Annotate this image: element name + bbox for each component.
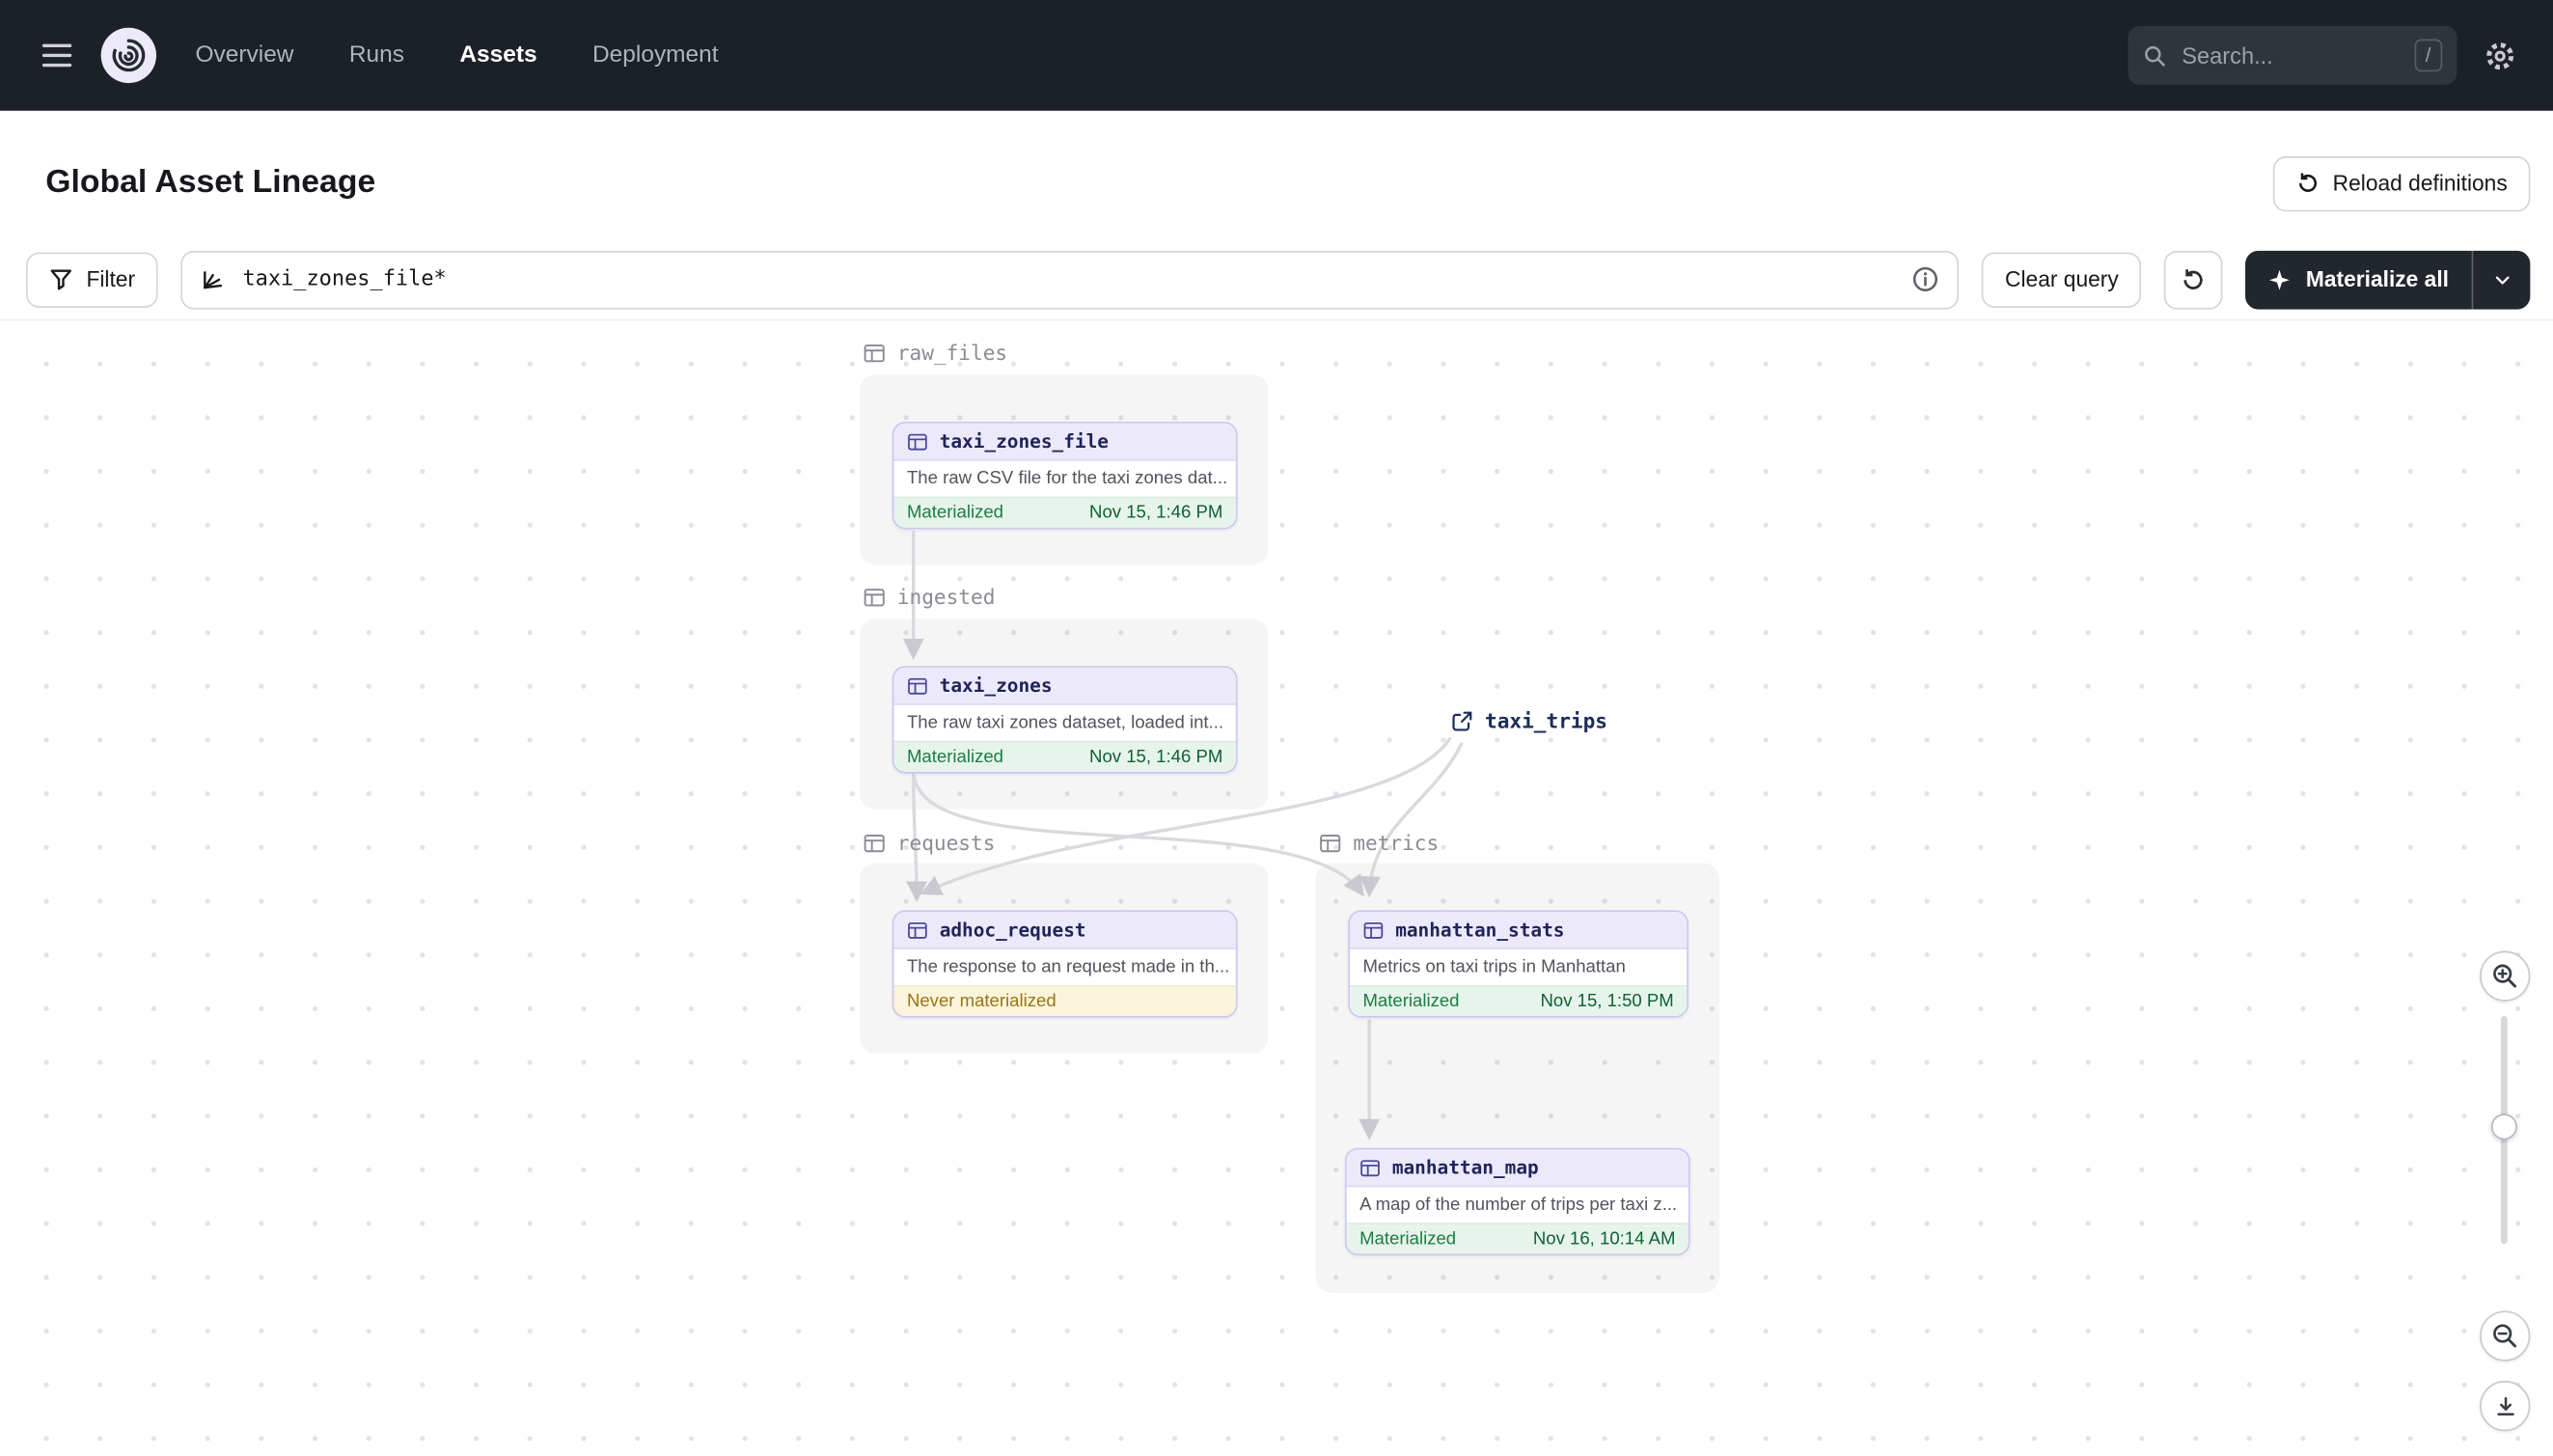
reload-definitions-button[interactable]: Reload definitions (2272, 155, 2531, 212)
info-icon[interactable] (1912, 266, 1940, 294)
settings-gear-icon (2486, 41, 2514, 69)
asset-card-manhattan_map[interactable]: manhattan_map A map of the number of tri… (1344, 1147, 1690, 1256)
asset-description: A map of the number of trips per taxi z.… (1359, 1195, 1678, 1215)
chevron-down-icon (2495, 276, 2509, 285)
asset-description: Metrics on taxi trips in Manhattan (1362, 957, 1626, 977)
group-label-ingested: ingested (863, 585, 995, 609)
materialization-timestamp: Nov 15, 1:46 PM (1089, 503, 1223, 523)
materialization-timestamp: Nov 15, 1:50 PM (1540, 991, 1674, 1011)
menu-button[interactable] (33, 34, 82, 76)
asset-card-taxi_zones_file[interactable]: taxi_zones_file The raw CSV file for the… (892, 422, 1238, 530)
reload-icon (2298, 174, 2317, 193)
external-asset-taxi_trips[interactable]: taxi_trips (1442, 704, 1616, 736)
group-label-metrics: metrics (1319, 831, 1439, 855)
status-badge: Materialized (906, 503, 1004, 523)
filter-funnel-icon (50, 269, 71, 290)
asset-description: The raw taxi zones dataset, loaded int..… (906, 713, 1224, 733)
asset-description: The response to an request made in th... (906, 957, 1230, 977)
asset-status-bar: Never materialized (893, 984, 1236, 1016)
asset-status-bar: Materialized Nov 15, 1:50 PM (1349, 984, 1688, 1016)
page-header: Global Asset Lineage Reload definitions (0, 111, 2553, 241)
lineage-canvas[interactable] (0, 318, 2553, 1456)
table-icon (908, 432, 927, 450)
status-badge: Never materialized (906, 991, 1057, 1011)
search-icon (2145, 45, 2165, 66)
zoom-slider-thumb[interactable] (2490, 1113, 2517, 1140)
settings-button[interactable] (2480, 35, 2520, 75)
asset-card-adhoc_request[interactable]: adhoc_request The response to an request… (892, 910, 1238, 1018)
download-graph-button[interactable] (2480, 1381, 2531, 1432)
zoom-out-button[interactable] (2480, 1310, 2531, 1361)
status-badge: Materialized (1359, 1229, 1457, 1250)
zoom-out-icon (2493, 1324, 2517, 1348)
asset-card-manhattan_stats[interactable]: manhattan_stats Metrics on taxi trips in… (1348, 910, 1688, 1018)
nav-assets[interactable]: Assets (459, 42, 536, 69)
page-title: Global Asset Lineage (45, 165, 376, 202)
nav-deployment[interactable]: Deployment (592, 42, 719, 69)
search-box[interactable]: / (2128, 26, 2457, 85)
asset-name: taxi_zones (939, 673, 1053, 698)
table-icon (864, 588, 885, 606)
asset-query-input[interactable] (239, 265, 1898, 294)
group-label-requests: requests (863, 831, 995, 855)
asset-status-bar: Materialized Nov 16, 10:14 AM (1346, 1222, 1688, 1254)
table-icon (1363, 921, 1384, 938)
materialization-timestamp: Nov 16, 10:14 AM (1532, 1229, 1676, 1250)
asset-name: manhattan_map (1391, 1156, 1539, 1179)
asset-status-bar: Materialized Nov 15, 1:46 PM (893, 496, 1236, 528)
status-badge: Materialized (1362, 991, 1460, 1011)
materialize-all-split-button: Materialize all (2245, 250, 2531, 310)
materialize-options-button[interactable] (2471, 250, 2531, 310)
asset-name: taxi_zones_file (939, 429, 1109, 453)
app-window: Overview Runs Assets Deployment / (0, 0, 2553, 1456)
download-icon (2496, 1396, 2513, 1415)
group-label-raw_files: raw_files (863, 341, 1007, 365)
nav-overview[interactable]: Overview (196, 42, 294, 69)
materialize-all-button[interactable]: Materialize all (2245, 251, 2471, 310)
dagster-swirl-icon (112, 39, 146, 72)
materialization-timestamp: Nov 15, 1:46 PM (1089, 747, 1223, 767)
asset-name: manhattan_stats (1395, 918, 1565, 942)
refresh-icon (2183, 268, 2204, 289)
lineage-toolbar: Filter Clear query (0, 240, 2553, 332)
table-icon (908, 921, 927, 938)
asset-name: adhoc_request (939, 918, 1086, 942)
external-link-icon (1452, 710, 1472, 730)
table-icon (864, 343, 885, 362)
asset-query-input-wrapper (180, 250, 1960, 310)
filter-button[interactable]: Filter (26, 252, 158, 308)
external-asset-name: taxi_trips (1485, 708, 1608, 733)
table-icon (908, 677, 927, 694)
search-input[interactable] (2178, 41, 2403, 70)
status-badge: Materialized (906, 747, 1004, 767)
menu-icon (41, 43, 72, 47)
zoom-in-icon (2493, 964, 2517, 988)
lineage-query-icon (204, 271, 223, 289)
zoom-in-button[interactable] (2480, 950, 2531, 1002)
nav-runs[interactable]: Runs (349, 42, 404, 69)
asset-description: The raw CSV file for the taxi zones dat.… (906, 469, 1228, 489)
table-icon (1320, 834, 1341, 852)
search-shortcut-badge: / (2413, 39, 2443, 72)
asset-status-bar: Materialized Nov 15, 1:46 PM (893, 740, 1236, 772)
table-icon (1360, 1159, 1380, 1176)
primary-nav: Overview Runs Assets Deployment (196, 42, 719, 69)
top-nav-bar: Overview Runs Assets Deployment / (0, 0, 2553, 111)
refresh-graph-button[interactable] (2164, 250, 2223, 310)
sparkle-icon (2269, 269, 2291, 290)
clear-query-button[interactable]: Clear query (1982, 252, 2142, 308)
table-icon (864, 834, 885, 852)
asset-card-taxi_zones[interactable]: taxi_zones The raw taxi zones dataset, l… (892, 666, 1238, 774)
dagster-logo[interactable] (100, 27, 156, 84)
